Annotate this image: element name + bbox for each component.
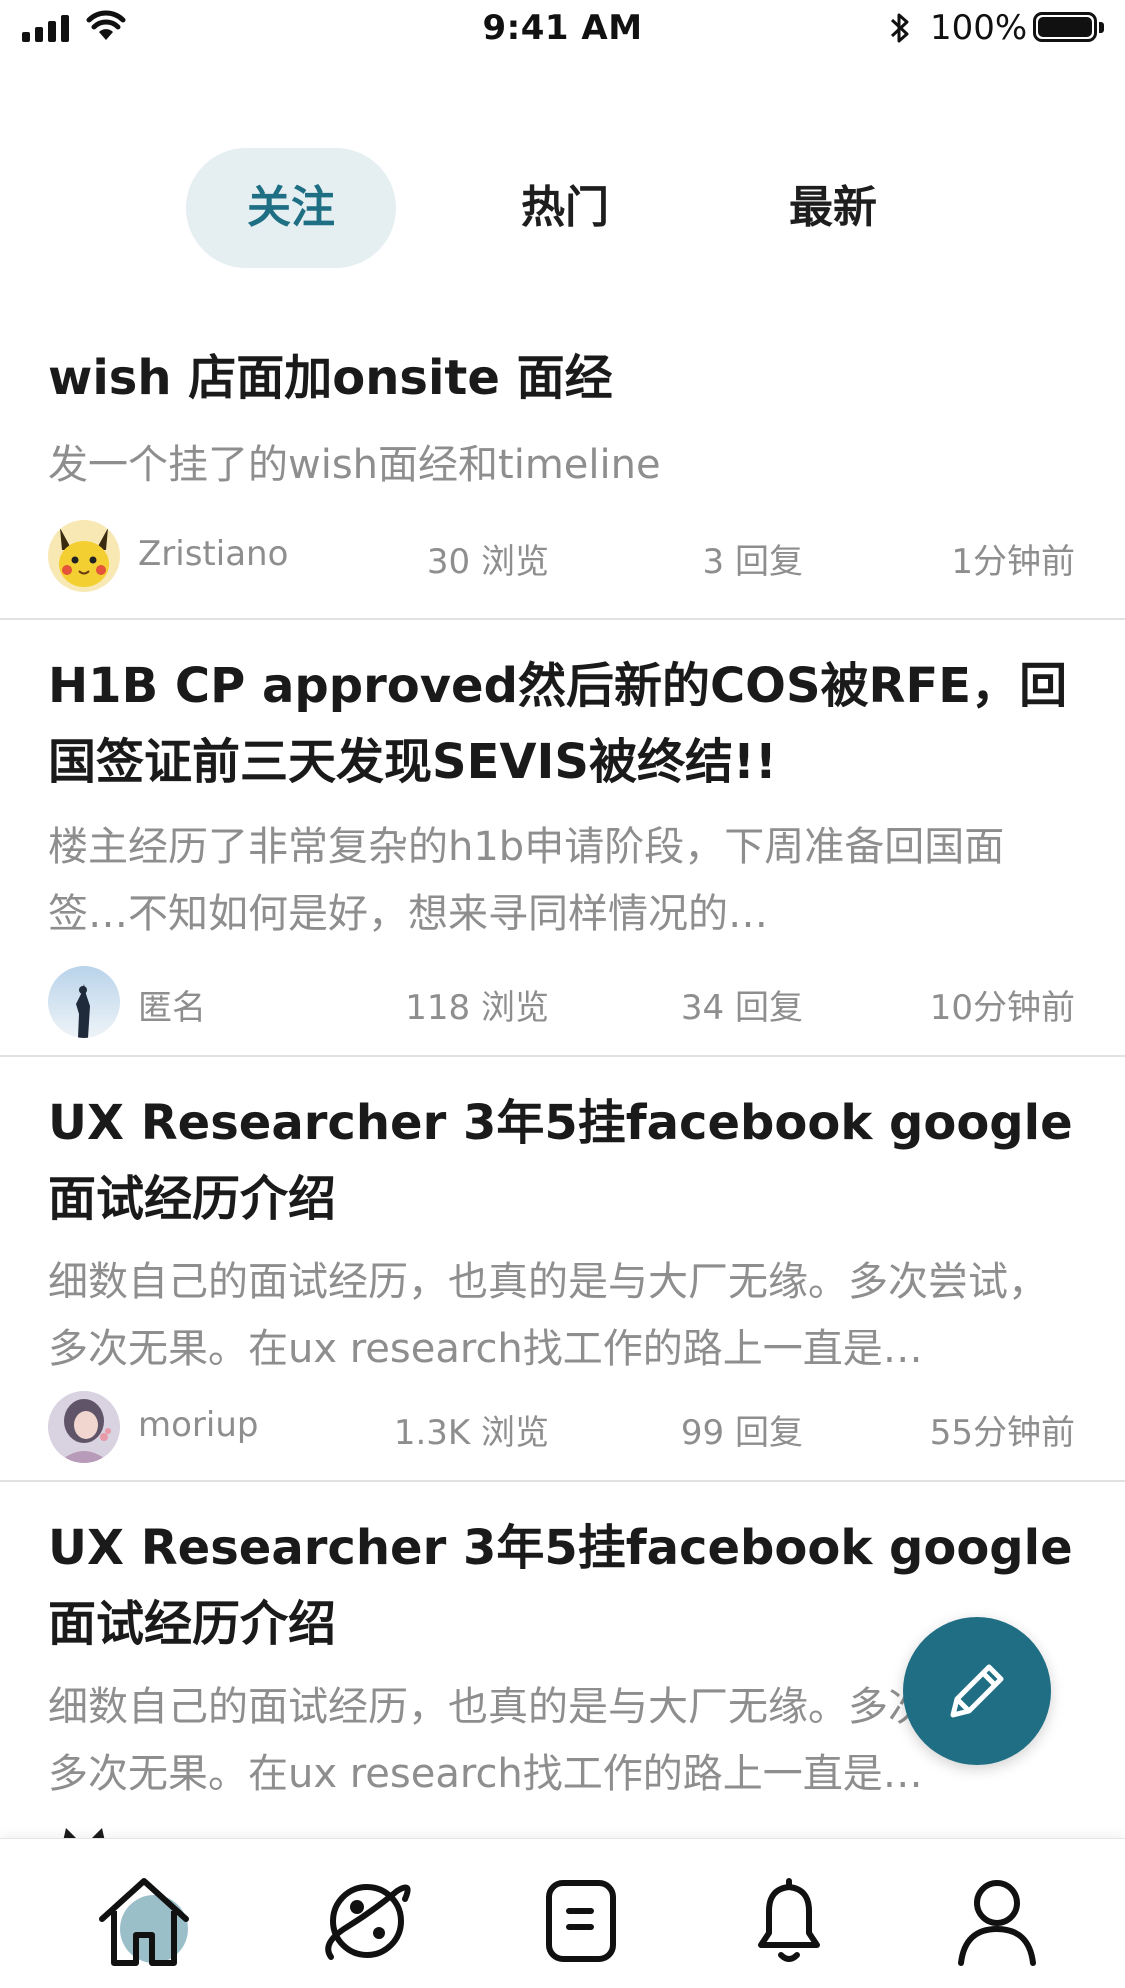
bell-icon [758,1878,820,1962]
post-time: 1分钟前 [951,542,1075,582]
view-count: 30 浏览 [426,542,549,582]
tab-notifications[interactable] [734,1871,844,1971]
anonymous-avatar[interactable] [48,966,120,1038]
planet-icon [325,1884,411,1960]
post-author[interactable]: 匿名 [138,980,206,1029]
post-title[interactable]: UX Researcher 3年5挂facebook google面试经历介绍 [48,1085,1078,1237]
user-avatar[interactable] [48,1391,120,1463]
post-time: 10分钟前 [929,988,1075,1028]
view-count: 118 浏览 [405,988,549,1028]
divider [0,618,1125,620]
bottom-tab-bar [0,1838,1125,1988]
post-meta: 匿名 118 浏览 34 回复 10分钟前 [0,966,1125,1040]
tab-following[interactable]: 关注 [186,148,396,268]
pencil-icon [950,1664,1004,1718]
profile-icon [958,1880,1036,1966]
reply-count: 34 回复 [680,988,803,1028]
reply-count: 3 回复 [702,542,803,582]
home-icon [99,1878,189,1966]
reply-count: 99 回复 [680,1413,803,1453]
divider [0,1055,1125,1057]
tab-home[interactable] [92,1871,202,1971]
compose-button[interactable] [903,1617,1051,1765]
post-author[interactable]: Zristiano [138,534,288,574]
post-summary: 细数自己的面试经历，也真的是与大厂无缘。多次尝试，多次无果。在ux resear… [48,1259,1048,1372]
post-summary: 楼主经历了非常复杂的h1b申请阶段，下周准备回国面签…不知如何是好，想来寻同样情… [48,824,1005,937]
battery-icon [1033,12,1105,44]
tab-hot[interactable]: 热门 [460,148,670,268]
battery-percent: 100% [930,8,1028,48]
tab-latest[interactable]: 最新 [728,148,938,268]
status-bar: 9:41 AM 100% [0,0,1125,60]
post-summary: 发一个挂了的wish面经和timeline [48,442,661,488]
feed-tabs: 关注 热门 最新 [0,148,1125,268]
divider [0,1480,1125,1482]
tab-discover[interactable] [312,1871,422,1971]
post-title[interactable]: H1B CP approved然后新的COS被RFE，回国签证前三天发现SEVI… [48,648,1078,800]
tab-profile[interactable] [942,1871,1052,1971]
post-meta: moriup 1.3K 浏览 99 回复 55分钟前 [0,1391,1125,1465]
notes-icon [546,1880,616,1962]
post-author[interactable]: moriup [138,1405,258,1445]
post-meta: Zristiano 30 浏览 3 回复 1分钟前 [0,520,1125,594]
view-count: 1.3K 浏览 [393,1413,549,1453]
tab-notes[interactable] [526,1871,636,1971]
pikachu-avatar[interactable] [48,520,120,592]
post-title[interactable]: wish 店面加onsite 面经 [48,340,1078,416]
post-time: 55分钟前 [929,1413,1075,1453]
bluetooth-icon [890,13,909,43]
